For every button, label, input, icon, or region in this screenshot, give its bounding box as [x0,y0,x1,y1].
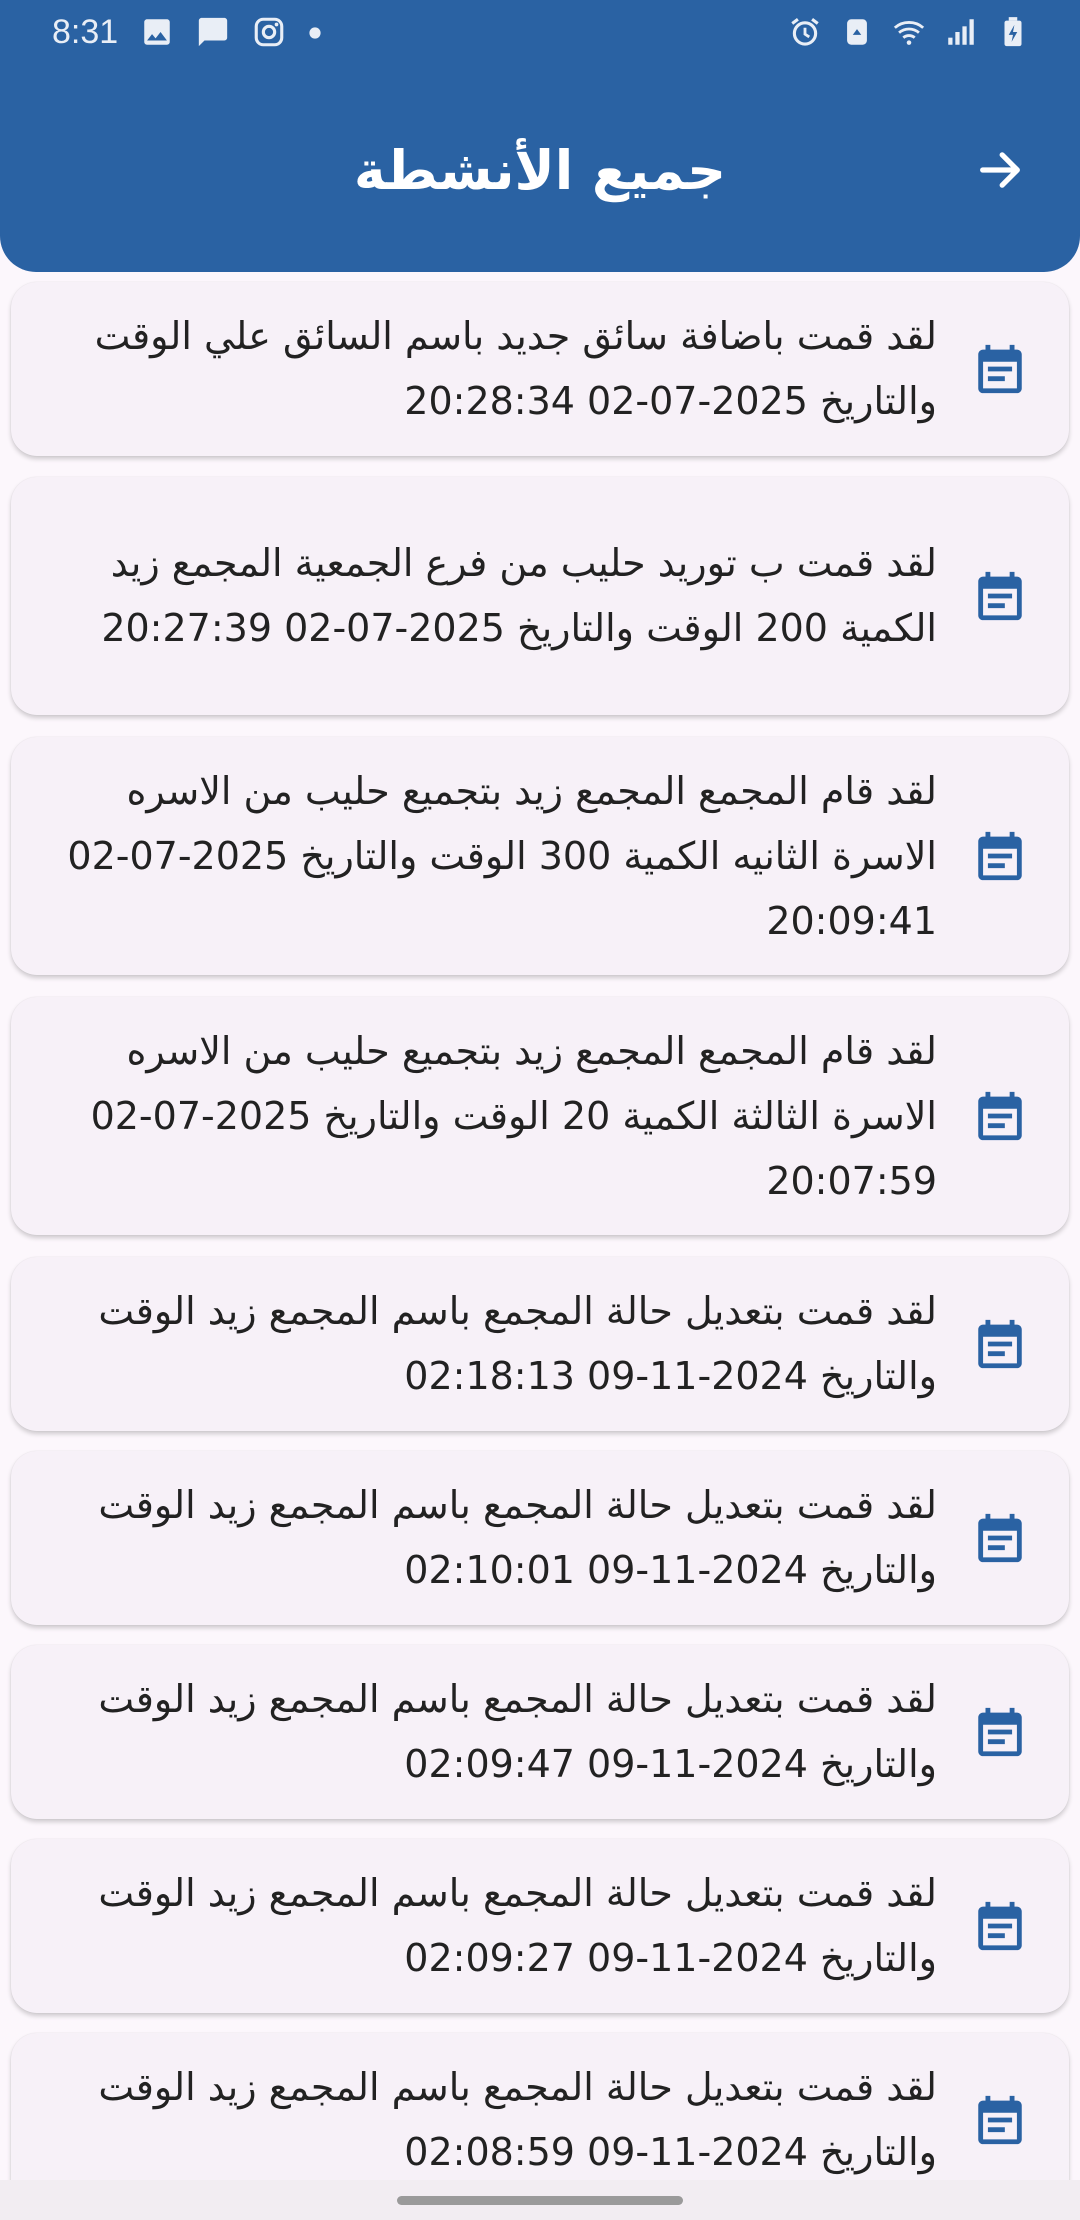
calendar-icon [971,2091,1029,2149]
activity-list[interactable]: لقد قمت باضافة سائق جديد باسم السائق علي… [0,0,1080,2220]
signal-icon [944,15,978,49]
instagram-icon [252,15,286,49]
battery-charging-icon [996,15,1030,49]
calendar-icon [971,1509,1029,1567]
activity-text: لقد قام المجمع المجمع زيد بتجميع حليب من… [90,1028,937,1203]
calendar-icon [971,827,1029,885]
activity-card[interactable]: لقد قمت باضافة سائق جديد باسم السائق علي… [11,282,1069,456]
activity-card[interactable]: لقد قمت بتعديل حالة المجمع باسم المجمع ز… [11,1645,1069,1819]
activity-text: لقد قمت ب توريد حليب من فرع الجمعية المج… [101,541,937,650]
back-button[interactable] [964,134,1036,206]
title-row: جميع الأنشطة [0,120,1080,220]
message-icon [196,15,230,49]
calendar-icon [971,1897,1029,1955]
status-time: 8:31 [52,12,119,51]
calendar-icon [971,340,1029,398]
activity-card[interactable]: لقد قام المجمع المجمع زيد بتجميع حليب من… [11,737,1069,975]
recycle-icon [840,15,874,49]
activity-text: لقد قمت باضافة سائق جديد باسم السائق علي… [94,314,937,423]
activity-text: لقد قمت بتعديل حالة المجمع باسم المجمع ز… [98,1289,937,1398]
home-indicator[interactable] [397,2196,683,2205]
activity-card[interactable]: لقد قمت بتعديل حالة المجمع باسم المجمع ز… [11,1257,1069,1431]
wifi-icon [892,15,926,49]
status-right [788,15,1030,49]
activity-card[interactable]: لقد قام المجمع المجمع زيد بتجميع حليب من… [11,997,1069,1235]
activity-text: لقد قمت بتعديل حالة المجمع باسم المجمع ز… [98,1677,937,1786]
calendar-icon [971,1315,1029,1373]
status-left: 8:31 [52,13,322,52]
calendar-icon [971,567,1029,625]
activity-card[interactable]: لقد قمت بتعديل حالة المجمع باسم المجمع ز… [11,1839,1069,2013]
arrow-right-icon [980,152,1020,188]
calendar-icon [971,1087,1029,1145]
activity-text: لقد قمت بتعديل حالة المجمع باسم المجمع ز… [98,1483,937,1592]
gallery-icon [140,15,174,49]
app-root: لقد قمت باضافة سائق جديد باسم السائق علي… [0,0,1080,2220]
activity-text: لقد قمت بتعديل حالة المجمع باسم المجمع ز… [98,1871,937,1980]
activity-card[interactable]: لقد قمت بتعديل حالة المجمع باسم المجمع ز… [11,1451,1069,1625]
activity-text: لقد قمت بتعديل حالة المجمع باسم المجمع ز… [98,2065,937,2174]
dot-icon [308,25,322,39]
status-bar: 8:31 [0,0,1080,64]
activity-card[interactable]: لقد قمت ب توريد حليب من فرع الجمعية المج… [11,477,1069,715]
app-header: 8:31 جميع الأنشطة [0,0,1080,272]
alarm-icon [788,15,822,49]
calendar-icon [971,1703,1029,1761]
page-title: جميع الأنشطة [353,138,727,202]
activity-text: لقد قام المجمع المجمع زيد بتجميع حليب من… [67,768,937,943]
